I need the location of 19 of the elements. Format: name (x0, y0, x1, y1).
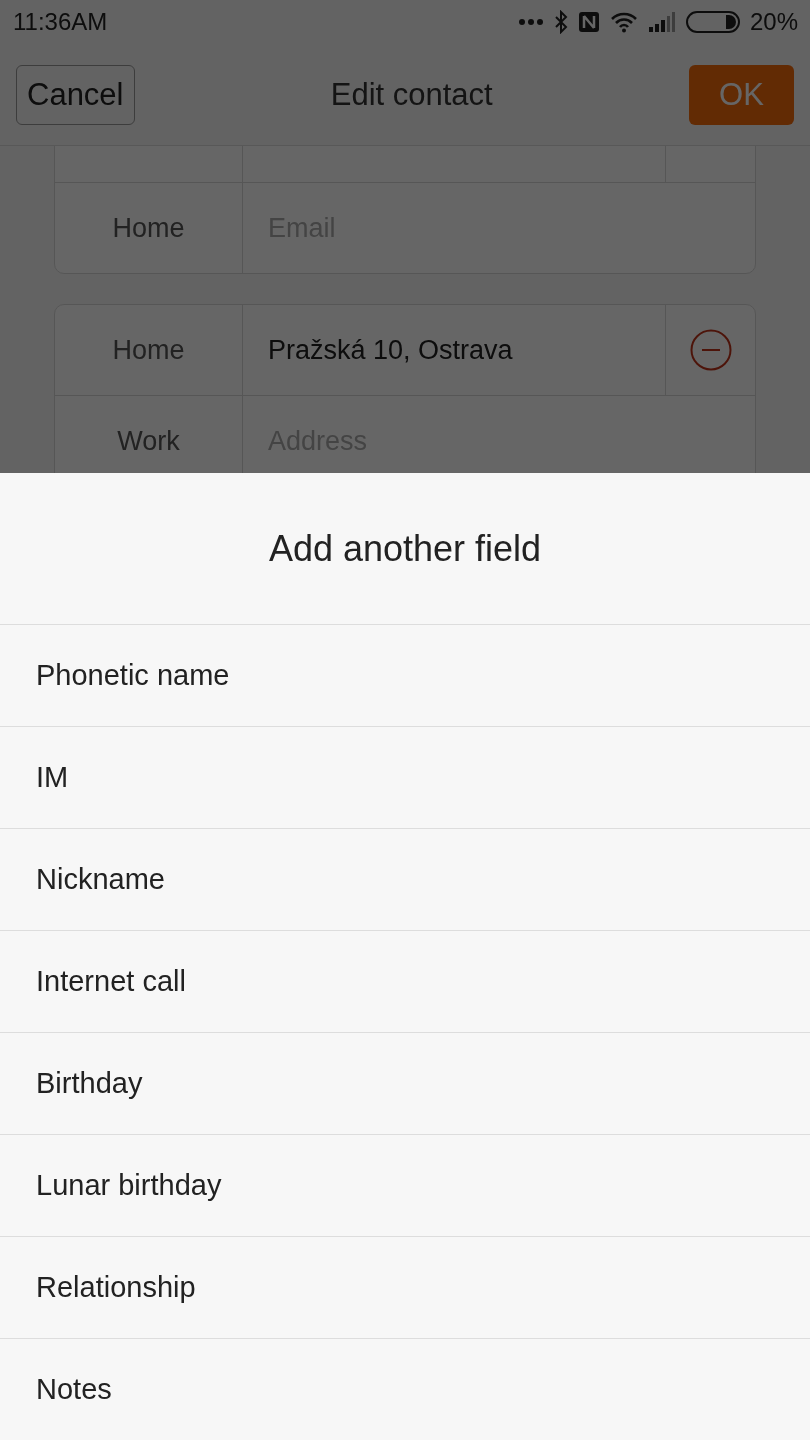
battery-percent: 20% (749, 8, 798, 36)
nfc-icon (577, 11, 600, 33)
menu-item[interactable]: Birthday (0, 1033, 810, 1135)
wifi-icon (609, 11, 638, 33)
battery-icon (685, 11, 740, 33)
menu-item[interactable]: Lunar birthday (0, 1135, 810, 1237)
menu-item[interactable]: Nickname (0, 829, 810, 931)
menu-item[interactable]: IM (0, 727, 810, 829)
status-time: 11:36AM (13, 8, 108, 36)
menu-item[interactable]: Internet call (0, 931, 810, 1033)
remove-icon[interactable] (689, 329, 732, 371)
menu-item[interactable]: Phonetic name (0, 625, 810, 727)
bluetooth-icon (553, 10, 568, 34)
menu-item[interactable]: Relationship (0, 1237, 810, 1339)
sheet-title: Add another field (268, 527, 542, 570)
more-icon (517, 18, 544, 26)
screen-title: Edit contact (330, 76, 493, 113)
menu-item[interactable]: Notes (0, 1339, 810, 1440)
signal-icon (647, 12, 676, 32)
